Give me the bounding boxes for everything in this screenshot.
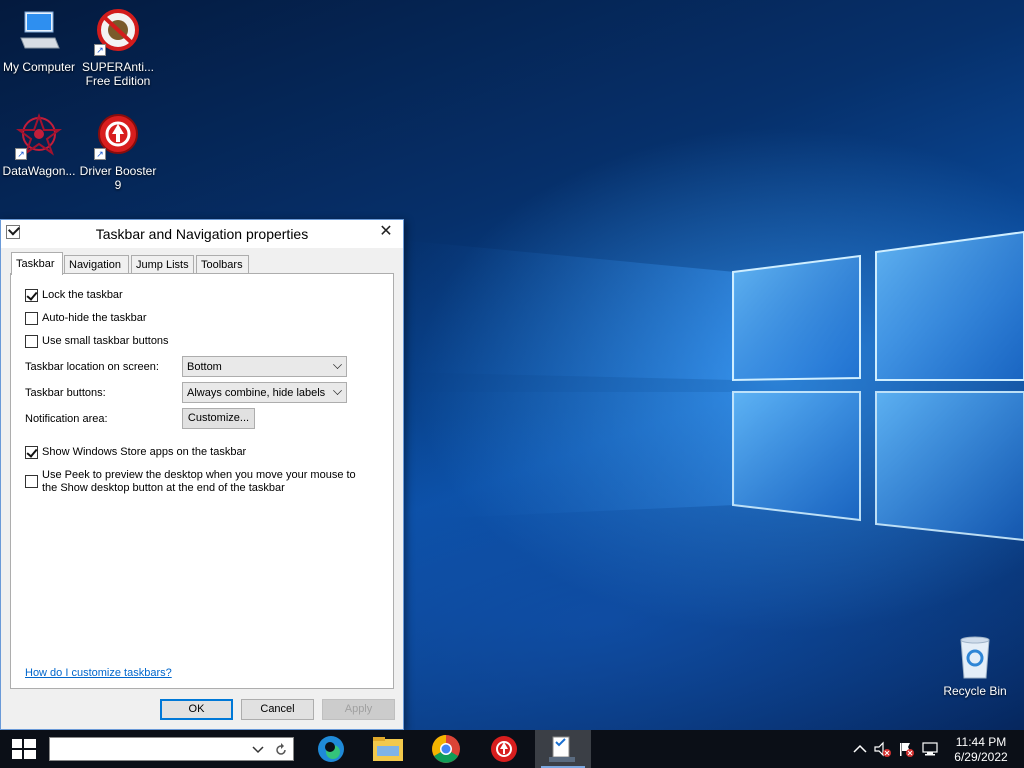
store-apps-checkbox[interactable] [25, 446, 38, 459]
driver-booster-icon [491, 736, 517, 762]
driver-booster-icon: ↗ [94, 112, 142, 160]
refresh-icon[interactable] [274, 743, 288, 757]
apply-button[interactable]: Apply [322, 699, 395, 720]
desktop-icon-label: Recycle Bin [943, 684, 1007, 698]
start-button[interactable] [0, 730, 48, 768]
clock-time: 11:44 PM [955, 735, 1007, 749]
customize-button[interactable]: Customize... [182, 408, 255, 429]
tab-taskbar[interactable]: Taskbar [11, 252, 63, 275]
dialog-titlebar[interactable]: Taskbar and Navigation properties ✕ [1, 220, 403, 248]
datawagon-icon: ↗ [15, 112, 63, 160]
chrome-icon [432, 735, 460, 763]
system-clock[interactable]: 11:44 PM 6/29/2022 [948, 735, 1014, 765]
taskbar-properties-dialog: Taskbar and Navigation properties ✕ Task… [0, 219, 404, 730]
edge-icon [318, 736, 344, 762]
taskbar-app-file-explorer[interactable] [360, 730, 416, 768]
taskbar-buttons-select[interactable]: Always combine, hide labels [182, 382, 347, 403]
shortcut-arrow-icon: ↗ [15, 148, 27, 160]
ok-button[interactable]: OK [160, 699, 233, 720]
chevron-down-icon [252, 746, 264, 754]
network-icon[interactable] [921, 740, 939, 758]
taskbar-app-chrome[interactable] [418, 730, 474, 768]
desktop-icon-label: SUPERAnti... Free Edition [81, 60, 155, 88]
windows-start-icon [12, 739, 36, 759]
speaker-muted-icon[interactable] [873, 740, 891, 758]
tab-navigation[interactable]: Navigation [64, 255, 129, 274]
small-buttons-label: Use small taskbar buttons [42, 335, 169, 347]
close-button[interactable]: ✕ [369, 220, 403, 246]
tab-toolbars[interactable]: Toolbars [196, 255, 249, 274]
small-buttons-checkbox[interactable] [25, 335, 38, 348]
dialog-title: Taskbar and Navigation properties [95, 226, 309, 242]
taskbar: 11:44 PM 6/29/2022 [0, 730, 1024, 768]
notification-area-label: Notification area: [25, 413, 108, 425]
lock-taskbar-label: Lock the taskbar [42, 289, 123, 301]
clock-date: 6/29/2022 [954, 750, 1008, 764]
auto-hide-checkbox[interactable] [25, 312, 38, 325]
desktop-icon-superantispyware[interactable]: ↗ SUPERAnti... Free Edition [79, 8, 157, 88]
store-apps-label: Show Windows Store apps on the taskbar [42, 446, 247, 458]
computer-icon [15, 8, 63, 56]
superantispyware-icon: ↗ [94, 8, 142, 56]
help-link[interactable]: How do I customize taskbars? [25, 667, 172, 679]
desktop-icon-datawagon[interactable]: ↗ DataWagon... [0, 112, 78, 178]
shortcut-arrow-icon: ↗ [94, 44, 106, 56]
taskbar-tab-panel: Lock the taskbar Auto-hide the taskbar U… [10, 273, 394, 689]
taskbar-location-label: Taskbar location on screen: [25, 361, 159, 373]
desktop-icon-recycle-bin[interactable]: Recycle Bin [936, 632, 1014, 698]
shortcut-arrow-icon: ↗ [94, 148, 106, 160]
tab-jump-lists[interactable]: Jump Lists [131, 255, 194, 274]
file-explorer-icon [373, 737, 403, 761]
recycle-bin-icon [951, 632, 999, 680]
peek-checkbox[interactable] [25, 475, 38, 488]
search-input[interactable] [49, 737, 294, 761]
chevron-up-icon[interactable] [851, 740, 869, 758]
taskbar-buttons-value: Always combine, hide labels [187, 387, 326, 399]
taskbar-location-select[interactable]: Bottom [182, 356, 347, 377]
taskbar-app-edge[interactable] [303, 730, 359, 768]
chevron-down-icon [333, 386, 342, 395]
taskbar-buttons-label: Taskbar buttons: [25, 387, 106, 399]
desktop-icon-my-computer[interactable]: My Computer [0, 8, 78, 74]
close-icon: ✕ [379, 223, 393, 240]
peek-label-line2: the Show desktop button at the end of th… [42, 482, 285, 494]
cancel-button[interactable]: Cancel [241, 699, 314, 720]
action-center-flag-icon[interactable] [897, 740, 915, 758]
taskbar-location-value: Bottom [187, 361, 222, 373]
auto-hide-label: Auto-hide the taskbar [42, 312, 147, 324]
peek-label-line1: Use Peek to preview the desktop when you… [42, 469, 356, 481]
taskbar-app-taskbar-properties[interactable] [535, 730, 591, 768]
taskbar-properties-icon [549, 736, 575, 762]
chevron-down-icon [333, 360, 342, 369]
desktop-icon-label: My Computer [2, 60, 76, 74]
desktop-icon-label: DataWagon... [2, 164, 76, 178]
desktop-icon-driver-booster[interactable]: ↗ Driver Booster 9 [79, 112, 157, 192]
desktop-icon-label: Driver Booster 9 [79, 164, 157, 192]
taskbar-app-driver-booster[interactable] [476, 730, 532, 768]
lock-taskbar-checkbox[interactable] [25, 289, 38, 302]
